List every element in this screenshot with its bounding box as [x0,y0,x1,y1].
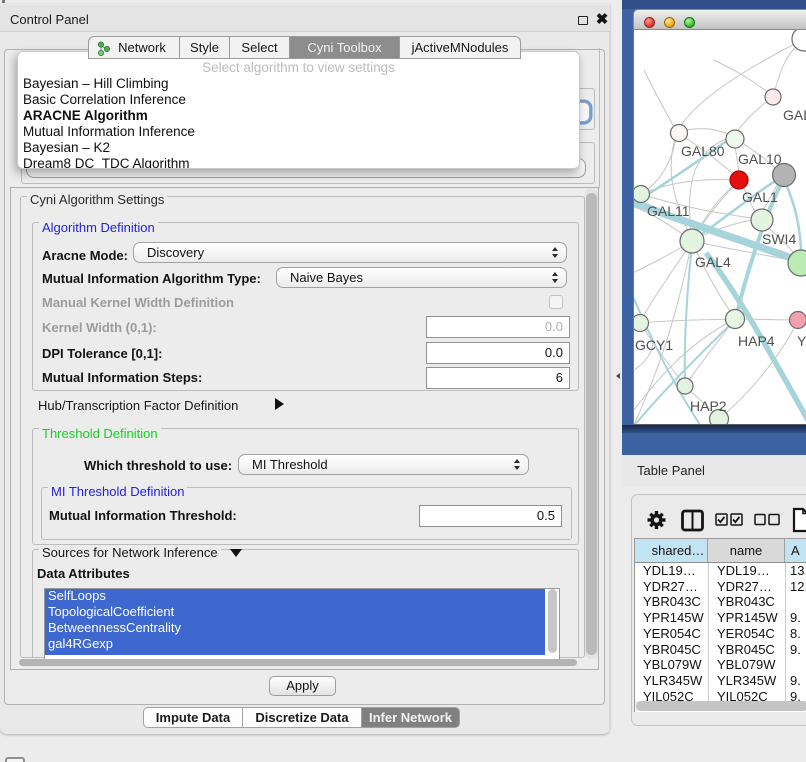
svg-text:HAP4: HAP4 [738,333,775,349]
svg-text:GAL80: GAL80 [681,143,725,159]
svg-text:HAP2: HAP2 [690,398,727,414]
svg-text:GCY1: GCY1 [635,337,673,353]
svg-text:GAL10: GAL10 [738,151,782,167]
svg-text:GAL4: GAL4 [695,254,731,270]
svg-text:Y: Y [797,333,806,349]
svg-text:SWI4: SWI4 [762,231,796,247]
svg-text:GAL1: GAL1 [742,189,778,205]
svg-text:GAL11: GAL11 [647,203,690,219]
svg-text:GAL7: GAL7 [783,107,806,123]
